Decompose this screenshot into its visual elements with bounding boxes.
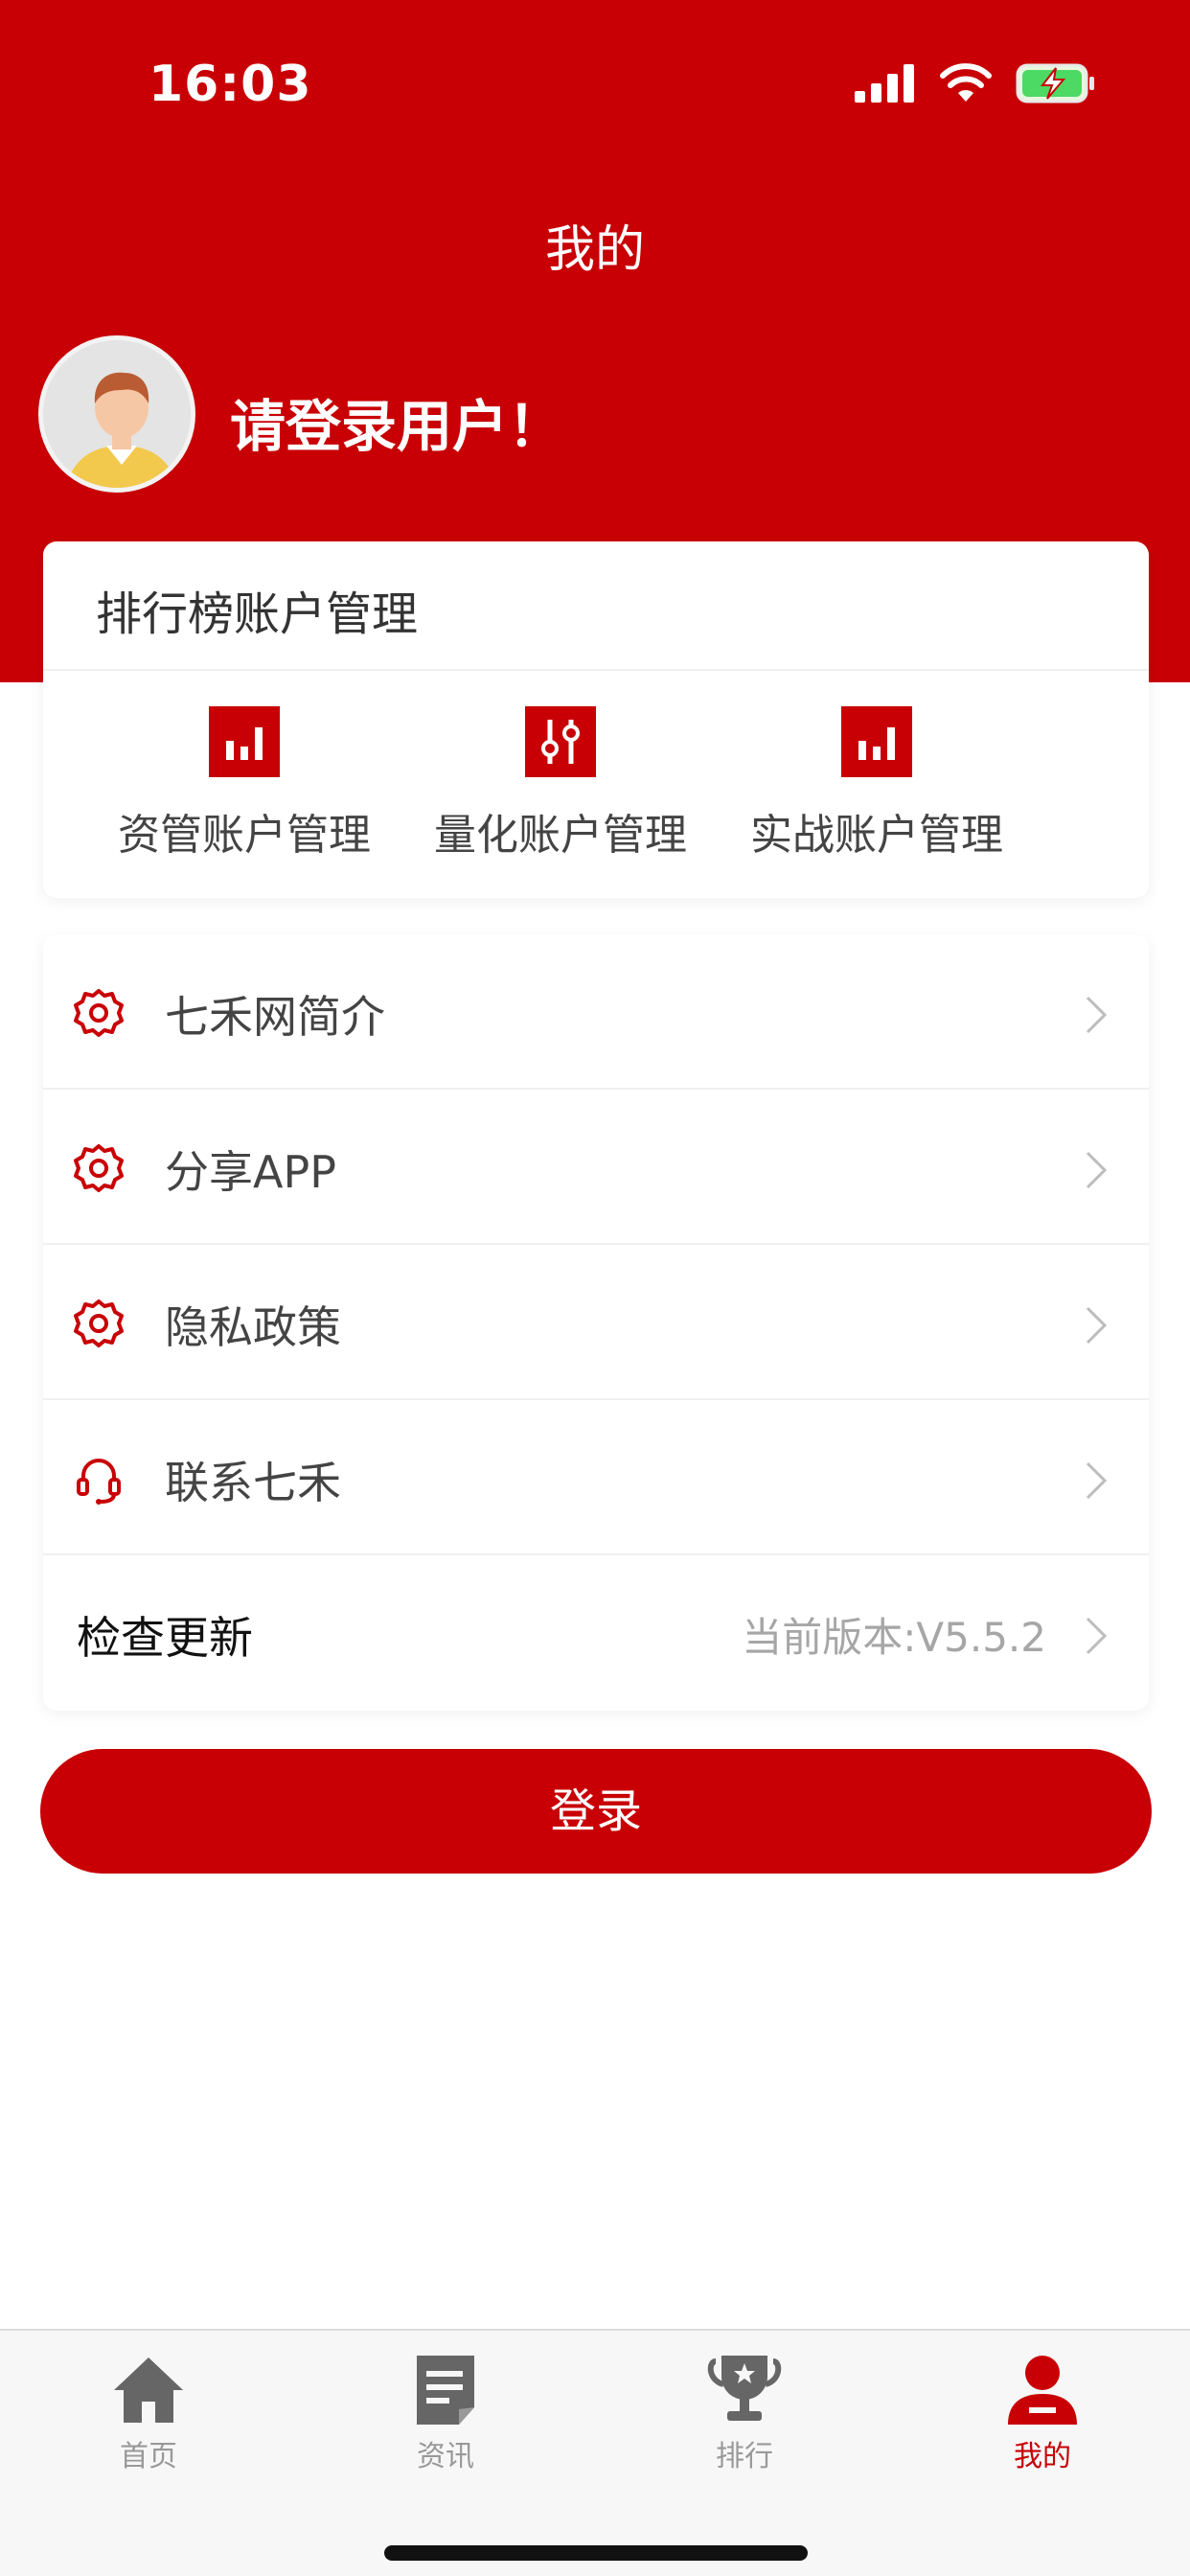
menu-item-check-update[interactable]: 检查更新 当前版本:V5.5.2 bbox=[43, 1555, 1149, 1711]
chevron-right-icon bbox=[1086, 996, 1108, 1034]
rank-item-label: 量化账户管理 bbox=[434, 811, 687, 860]
status-time: 16:03 bbox=[149, 56, 312, 113]
home-indicator[interactable] bbox=[384, 2545, 808, 2561]
current-version: 当前版本:V5.5.2 bbox=[742, 1614, 1046, 1661]
chevron-right-icon bbox=[1086, 1151, 1108, 1189]
tab-mine[interactable]: 我的 bbox=[947, 2352, 1138, 2474]
gear-icon bbox=[74, 1144, 124, 1192]
bar-chart-icon bbox=[841, 706, 912, 777]
avatar[interactable] bbox=[38, 335, 195, 493]
bar-chart-icon bbox=[209, 706, 280, 777]
gear-icon bbox=[74, 989, 124, 1037]
menu-item-label: 检查更新 bbox=[77, 1612, 253, 1664]
page-title: 我的 bbox=[544, 221, 645, 279]
tab-label: 首页 bbox=[120, 2440, 177, 2473]
ranking-card-title: 排行榜账户管理 bbox=[96, 587, 419, 641]
menu-item-privacy-policy[interactable]: 隐私政策 bbox=[43, 1245, 1149, 1400]
login-prompt[interactable]: 请登录用户！ bbox=[230, 381, 563, 462]
tab-bar: 首页 资讯 排行 我的 bbox=[0, 2329, 1190, 2576]
tab-label: 排行 bbox=[716, 2440, 773, 2473]
headset-icon bbox=[77, 1459, 121, 1505]
status-bar: 16:03 bbox=[0, 0, 1190, 172]
menu-item-share-app[interactable]: 分享APP bbox=[43, 1090, 1149, 1245]
chevron-right-icon bbox=[1086, 1306, 1108, 1345]
cellular-signal-icon bbox=[855, 64, 914, 103]
menu-item-label: 隐私政策 bbox=[165, 1301, 341, 1353]
login-button[interactable]: 登录 bbox=[40, 1749, 1152, 1874]
menu-item-label: 分享APP bbox=[165, 1146, 336, 1198]
tab-label: 我的 bbox=[1014, 2440, 1071, 2473]
chevron-right-icon bbox=[1086, 1617, 1108, 1655]
divider bbox=[43, 669, 1149, 671]
live-account-management[interactable]: 实战账户管理 bbox=[719, 706, 1035, 862]
tab-label: 资讯 bbox=[417, 2440, 474, 2473]
battery-charging-icon bbox=[1016, 63, 1094, 104]
sliders-icon bbox=[525, 706, 596, 777]
tab-ranking[interactable]: 排行 bbox=[649, 2352, 840, 2474]
menu-item-contact[interactable]: 联系七禾 bbox=[43, 1400, 1149, 1555]
ranking-account-card: 排行榜账户管理 资管账户管理 量化账户管理 实战账户管理 bbox=[43, 541, 1149, 898]
tab-home[interactable]: 首页 bbox=[53, 2352, 244, 2474]
rank-item-label: 实战账户管理 bbox=[750, 811, 1003, 860]
menu-item-label: 联系七禾 bbox=[165, 1457, 341, 1508]
user-icon bbox=[1008, 2356, 1077, 2425]
gear-icon bbox=[74, 1300, 124, 1347]
wifi-icon bbox=[940, 63, 992, 102]
quant-account-management[interactable]: 量化账户管理 bbox=[402, 706, 719, 862]
rank-item-label: 资管账户管理 bbox=[118, 811, 371, 860]
document-icon bbox=[417, 2356, 474, 2425]
asset-account-management[interactable]: 资管账户管理 bbox=[86, 706, 402, 862]
settings-menu-card: 七禾网简介 分享APP 隐私政策 联系七禾 检查更新 当前版本:V5.5.2 bbox=[43, 934, 1149, 1711]
menu-item-label: 七禾网简介 bbox=[165, 991, 385, 1043]
chevron-right-icon bbox=[1086, 1461, 1108, 1500]
menu-item-about[interactable]: 七禾网简介 bbox=[43, 934, 1149, 1090]
status-icons bbox=[855, 63, 1096, 104]
trophy-icon bbox=[707, 2356, 782, 2421]
tab-news[interactable]: 资讯 bbox=[350, 2352, 541, 2474]
home-icon bbox=[114, 2358, 183, 2423]
